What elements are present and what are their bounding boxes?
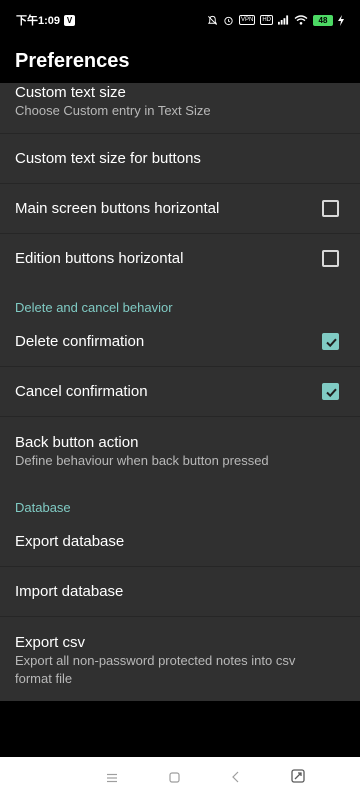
pref-delete-confirmation[interactable]: Delete confirmation [0, 317, 360, 367]
pref-title: Export csv [15, 634, 86, 651]
pref-custom-text-size-buttons[interactable]: Custom text size for buttons [0, 134, 360, 184]
navigation-bar [0, 757, 360, 800]
pref-title: Cancel confirmation [15, 383, 148, 400]
charging-icon [338, 14, 344, 26]
vpn-badge: VPN [238, 15, 256, 25]
checkbox-edition-buttons-horizontal[interactable] [322, 250, 339, 267]
pref-back-button-action[interactable]: Back button action Define behaviour when… [0, 417, 360, 485]
pref-title: Delete confirmation [15, 333, 145, 350]
pref-cancel-confirmation[interactable]: Cancel confirmation [0, 367, 360, 417]
section-header-delete: Delete and cancel behavior [15, 300, 173, 315]
status-time: 下午1:09 [16, 15, 61, 27]
pref-import-database[interactable]: Import database [0, 567, 360, 617]
pref-title: Back button action [15, 434, 139, 451]
page-title: Preferences [15, 49, 130, 72]
pref-title: Export database [15, 533, 125, 550]
pref-custom-text-size[interactable]: Custom text size Choose Custom entry in … [0, 83, 360, 134]
pref-title: Custom text size [15, 84, 126, 101]
pref-title: Custom text size for buttons [15, 150, 201, 167]
recents-icon[interactable] [290, 769, 305, 788]
pref-main-buttons-horizontal[interactable]: Main screen buttons horizontal [0, 184, 360, 234]
pref-title: Import database [15, 583, 124, 600]
hd-badge: HD [260, 15, 273, 25]
pref-title: Main screen buttons horizontal [15, 200, 220, 217]
checkbox-main-buttons-horizontal[interactable] [322, 200, 339, 217]
mute-icon [207, 15, 218, 25]
home-icon[interactable] [168, 770, 180, 788]
check-icon [326, 388, 337, 398]
battery-indicator: 48 [313, 14, 333, 26]
wifi-icon [294, 15, 308, 25]
checkbox-delete-confirmation[interactable] [322, 333, 339, 350]
back-icon[interactable] [231, 770, 240, 788]
pref-summary: Export all non-password protected notes … [15, 653, 296, 686]
app-bar: Preferences [0, 40, 360, 82]
menu-icon[interactable] [106, 770, 118, 788]
pref-summary: Define behaviour when back button presse… [15, 453, 269, 468]
checkbox-cancel-confirmation[interactable] [322, 383, 339, 400]
preferences-list[interactable]: Custom text size Choose Custom entry in … [0, 83, 360, 701]
status-left: 下午1:09 V [16, 12, 76, 28]
status-right: VPN HD 48 [207, 14, 344, 26]
section-header-database: Database [15, 500, 71, 515]
pref-edition-buttons-horizontal[interactable]: Edition buttons horizontal [0, 234, 360, 284]
signal-icon [278, 15, 289, 25]
pref-export-database[interactable]: Export database [0, 517, 360, 567]
check-icon [326, 338, 337, 348]
status-bar: 下午1:09 V VPN HD 48 [0, 0, 360, 40]
pref-export-csv[interactable]: Export csv Export all non-password prote… [0, 617, 360, 701]
screen: 下午1:09 V VPN HD 48 Preferences Custom te… [0, 0, 360, 800]
alarm-icon [224, 16, 233, 25]
app-notification-icon: V [64, 14, 76, 26]
pref-title: Edition buttons horizontal [15, 250, 184, 267]
pref-summary: Choose Custom entry in Text Size [15, 103, 211, 118]
